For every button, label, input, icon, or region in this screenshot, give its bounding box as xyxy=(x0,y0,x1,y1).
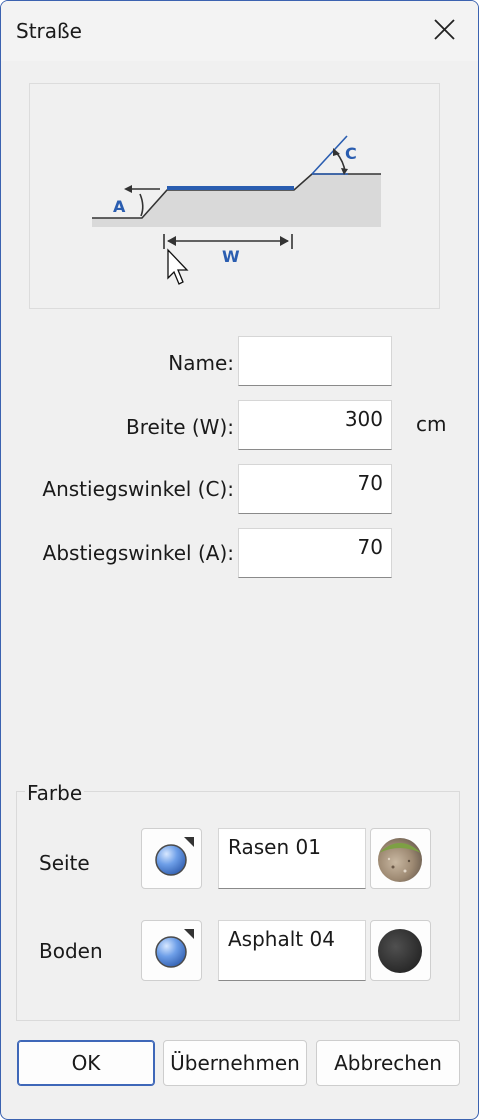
asphalt-texture-icon xyxy=(378,929,422,973)
close-button[interactable] xyxy=(421,11,469,51)
mouse-cursor-icon xyxy=(167,248,189,285)
close-icon xyxy=(434,19,455,40)
cancel-button[interactable]: Abbrechen xyxy=(316,1040,460,1086)
road-dialog: Straße A C W Name: Breite (W): 300 cm An… xyxy=(0,0,479,1120)
diagram-label-a: A xyxy=(113,197,126,216)
width-label: Breite (W): xyxy=(126,415,234,439)
grass-texture-icon xyxy=(378,838,422,882)
color-group xyxy=(16,791,460,1021)
floor-label: Boden xyxy=(39,939,103,963)
apply-button[interactable]: Übernehmen xyxy=(163,1040,307,1086)
color-group-title: Farbe xyxy=(25,781,85,805)
fall-angle-field[interactable]: 70 xyxy=(238,528,392,578)
road-profile-diagram: A C W xyxy=(29,83,440,309)
side-label: Seite xyxy=(39,851,90,875)
fall-angle-label: Abstiegswinkel (A): xyxy=(42,541,234,565)
title-bar: Straße xyxy=(1,1,478,61)
color-picker-icon xyxy=(155,929,194,968)
floor-material-button[interactable] xyxy=(370,920,431,981)
width-unit: cm xyxy=(416,412,447,436)
floor-material-field[interactable]: Asphalt 04 xyxy=(218,920,366,981)
diagram-label-c: C xyxy=(345,144,357,163)
name-field[interactable] xyxy=(238,336,392,386)
ok-button[interactable]: OK xyxy=(17,1040,155,1086)
color-picker-icon xyxy=(155,837,194,876)
floor-color-picker-button[interactable] xyxy=(141,920,202,981)
diagram-label-w: W xyxy=(222,247,240,266)
dialog-title: Straße xyxy=(16,19,82,43)
rise-angle-field[interactable]: 70 xyxy=(238,464,392,514)
side-material-field[interactable]: Rasen 01 xyxy=(218,828,366,889)
side-material-button[interactable] xyxy=(370,828,431,889)
width-field[interactable]: 300 xyxy=(238,400,392,450)
name-label: Name: xyxy=(168,351,234,375)
side-color-picker-button[interactable] xyxy=(141,828,202,889)
rise-angle-label: Anstiegswinkel (C): xyxy=(42,477,234,501)
